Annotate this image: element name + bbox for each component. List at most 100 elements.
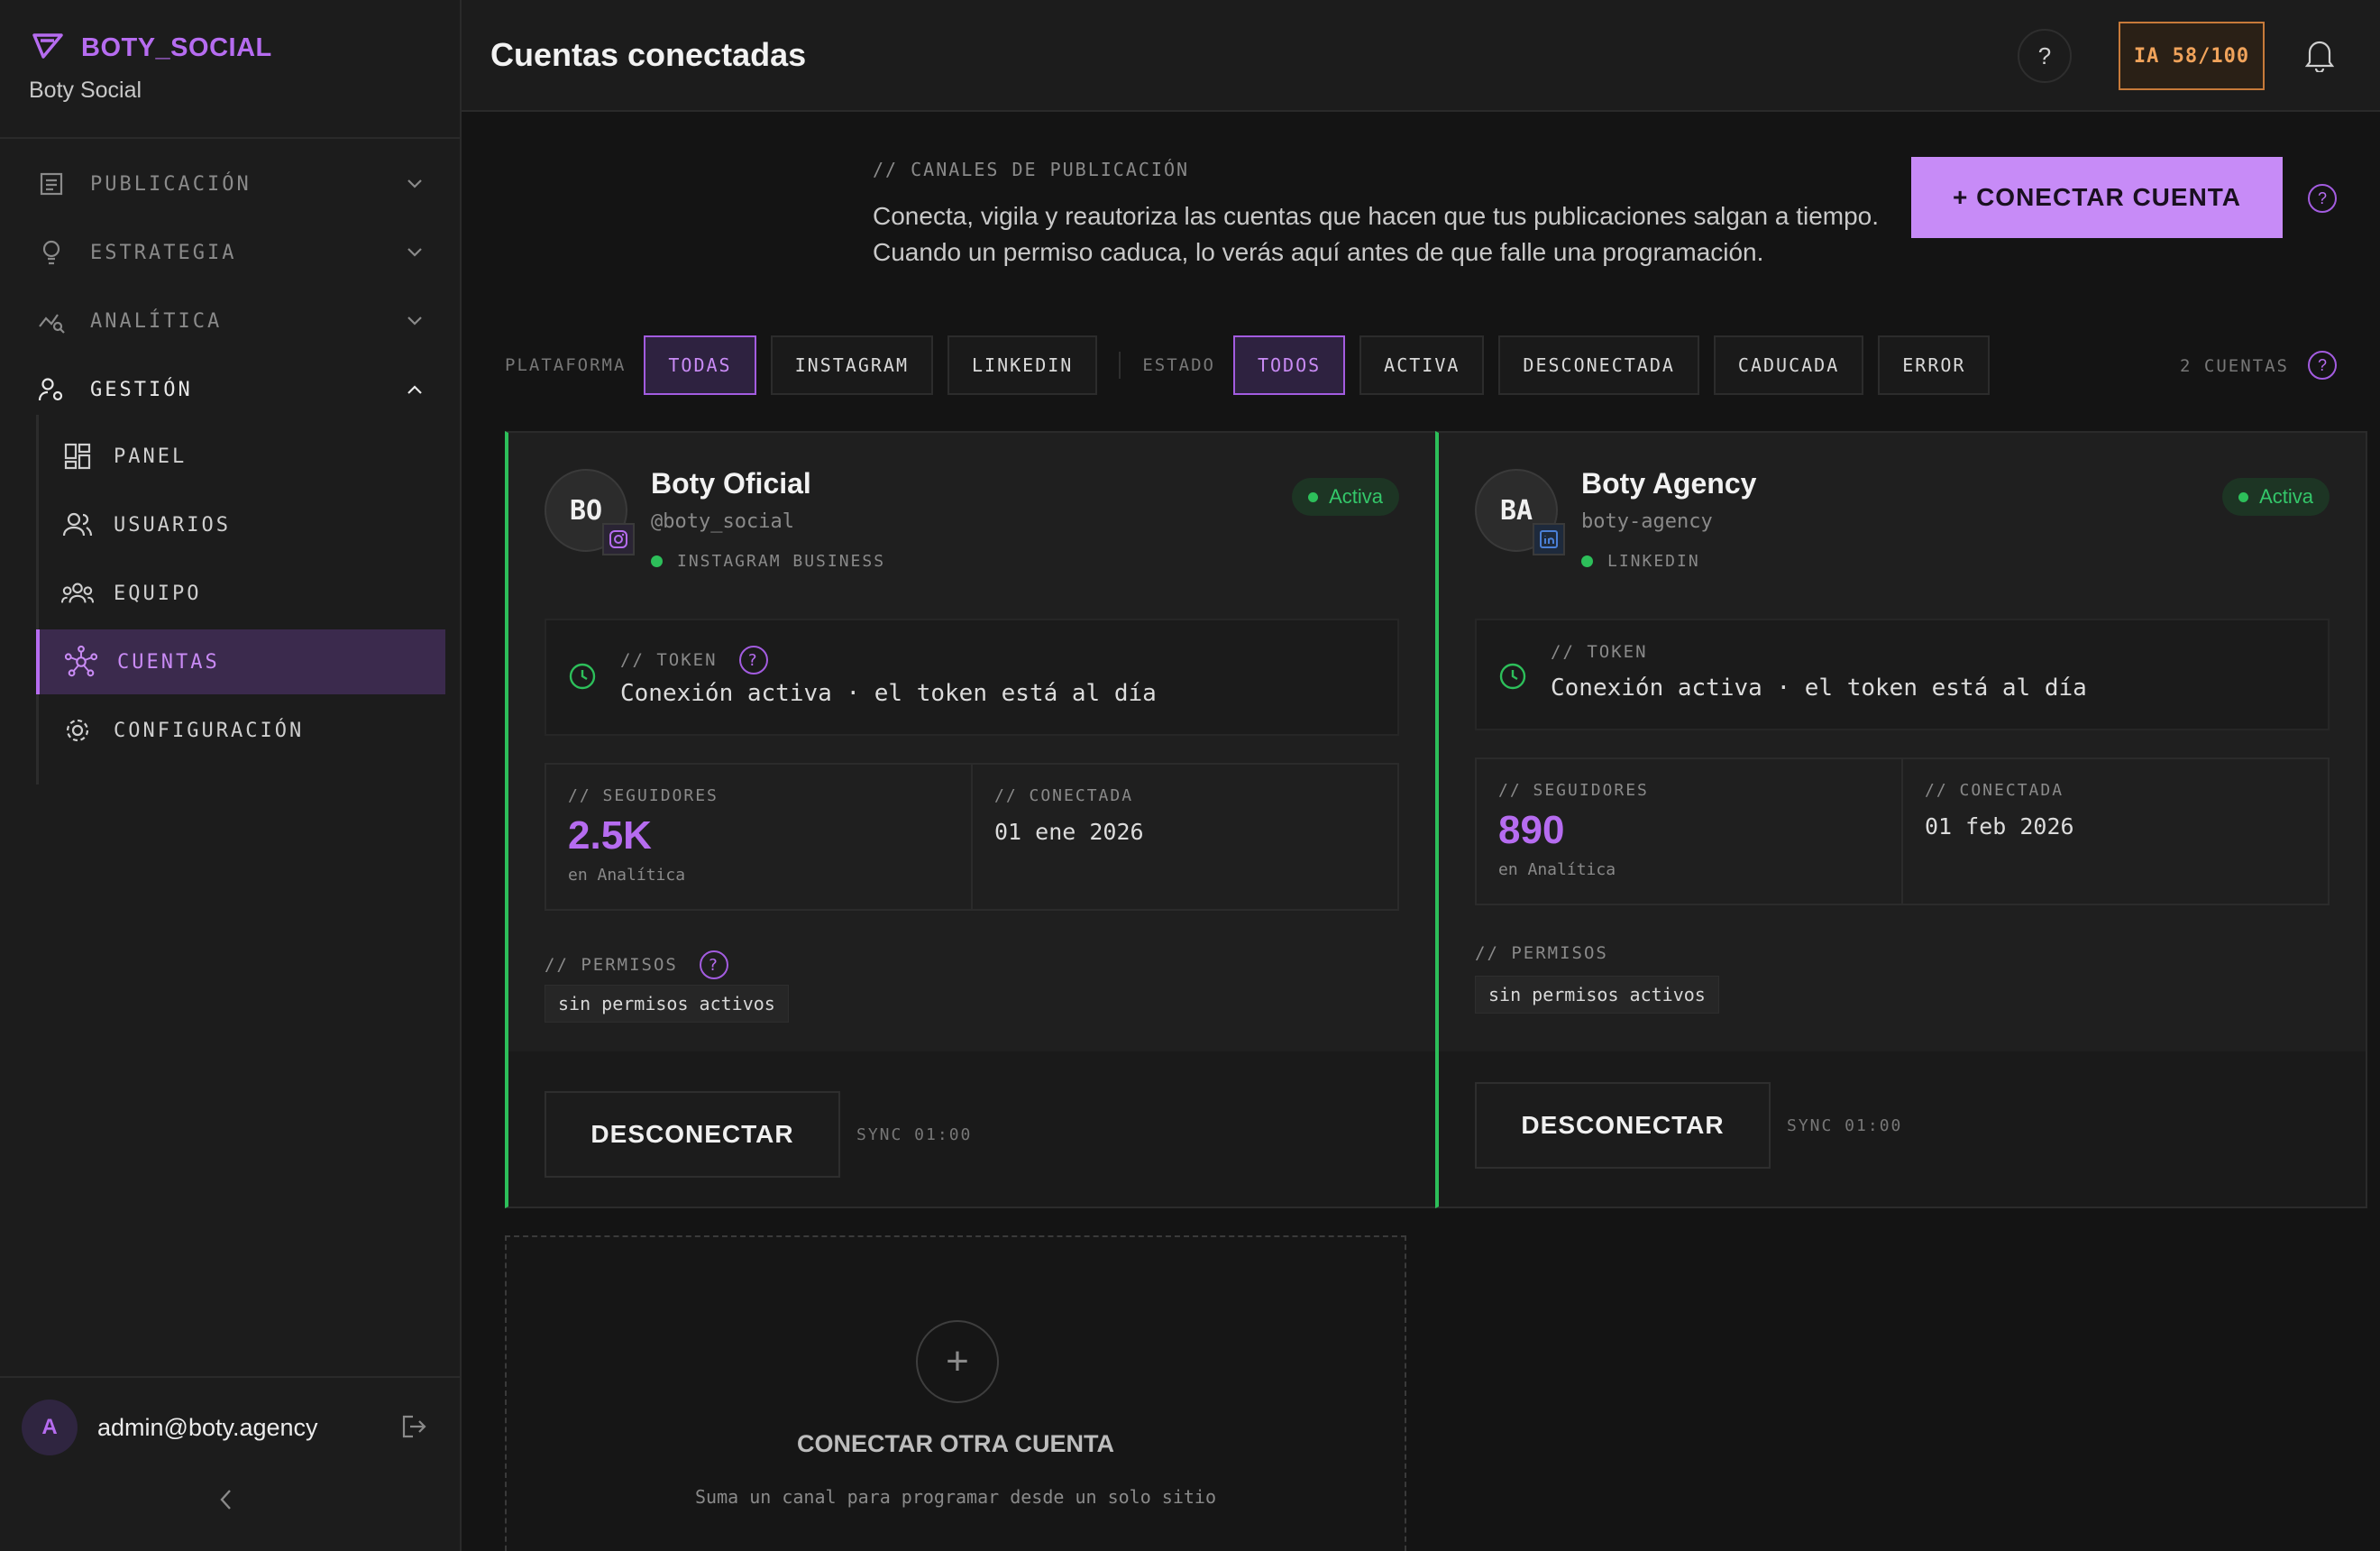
- clock-icon: [568, 662, 597, 695]
- filter-bar: PLATAFORMA TODAS INSTAGRAM LINKEDIN ESTA…: [505, 335, 2004, 395]
- token-panel: // TOKEN ? Conexión activa · el token es…: [545, 619, 1399, 736]
- disconnect-button[interactable]: DESCONECTAR: [545, 1091, 840, 1178]
- stats-panel: // SEGUIDORES 890 en Analítica // CONECT…: [1475, 757, 2330, 905]
- token-panel: // TOKEN Conexión activa · el token está…: [1475, 619, 2330, 730]
- filter-divider: [1119, 352, 1121, 379]
- help-button[interactable]: ?: [2018, 29, 2072, 83]
- platform-filter-label: PLATAFORMA: [505, 355, 627, 375]
- filter-status-desconectada[interactable]: DESCONECTADA: [1498, 335, 1699, 395]
- gear-icon: [61, 714, 94, 747]
- token-status-text: Conexión activa · el token está al día: [620, 680, 1157, 707]
- connected-stat: // CONECTADA 01 feb 2026: [1901, 759, 2328, 904]
- permissions-label-row: // PERMISOS ?: [545, 950, 728, 979]
- filter-platform-instagram[interactable]: INSTAGRAM: [770, 335, 933, 395]
- followers-stat: // SEGUIDORES 2.5K en Analítica: [546, 765, 971, 909]
- brand[interactable]: BOTY_SOCIAL: [32, 32, 272, 64]
- chevron-down-icon: [406, 176, 424, 193]
- permissions-label-row: // PERMISOS: [1475, 943, 1608, 963]
- linkedin-icon: [1533, 523, 1565, 555]
- account-platform: INSTAGRAM BUSINESS: [651, 552, 885, 571]
- token-label-row: // TOKEN: [1551, 642, 1648, 662]
- plus-icon[interactable]: +: [916, 1320, 999, 1403]
- ia-quota-badge[interactable]: IA 58/100: [2119, 22, 2265, 90]
- lightbulb-icon: [36, 237, 67, 268]
- permissions-label: // PERMISOS: [1475, 943, 1608, 963]
- logout-icon[interactable]: [400, 1414, 427, 1444]
- sidebar-divider: [0, 137, 460, 139]
- nav-section-gestion[interactable]: GESTIÓN: [36, 364, 424, 415]
- nav-section-label: PUBLICACIÓN: [90, 172, 252, 196]
- help-icon[interactable]: ?: [2308, 184, 2337, 213]
- connected-date: 01 feb 2026: [1925, 813, 2074, 840]
- token-label: // TOKEN: [620, 650, 718, 670]
- followers-label: // SEGUIDORES: [1498, 781, 1649, 800]
- nav-section-publicacion[interactable]: PUBLICACIÓN: [36, 159, 424, 209]
- chevron-down-icon: [406, 244, 424, 262]
- status-dot: [1581, 555, 1593, 567]
- account-card: BO Boty Oficial @boty_social INSTAGRAM B…: [505, 431, 1437, 1208]
- sidebar-item-usuarios[interactable]: USUARIOS: [36, 492, 445, 557]
- status-dot: [651, 555, 663, 567]
- network-icon: [65, 645, 97, 678]
- nav-section-estrategia[interactable]: ESTRATEGIA: [36, 227, 424, 278]
- bell-icon[interactable]: [2304, 36, 2335, 77]
- stats-panel: // SEGUIDORES 2.5K en Analítica // CONEC…: [545, 763, 1399, 911]
- sidebar: BOTY_SOCIAL Boty Social PUBLICACIÓN ESTR…: [0, 0, 462, 1551]
- account-name: Boty Oficial: [651, 467, 811, 500]
- instagram-icon: [602, 523, 635, 555]
- permissions-chip: sin permisos activos: [1475, 976, 1719, 1014]
- sidebar-item-configuracion[interactable]: CONFIGURACIÓN: [36, 698, 445, 763]
- disconnect-button[interactable]: DESCONECTAR: [1475, 1082, 1771, 1169]
- status-text: Activa: [1329, 485, 1383, 508]
- users-icon: [61, 509, 94, 541]
- add-account-title: CONECTAR OTRA CUENTA: [797, 1430, 1114, 1457]
- help-icon[interactable]: ?: [699, 950, 728, 979]
- connected-date: 01 ene 2026: [994, 819, 1144, 845]
- chevron-down-icon: [406, 313, 424, 330]
- sidebar-divider: [0, 1376, 460, 1378]
- filter-status-caducada[interactable]: CADUCADA: [1713, 335, 1864, 395]
- help-icon[interactable]: ?: [2308, 351, 2337, 380]
- document-icon: [36, 169, 67, 199]
- sidebar-item-label: EQUIPO: [114, 582, 202, 605]
- followers-value: 890: [1498, 808, 1565, 852]
- filter-platform-todas[interactable]: TODAS: [644, 335, 756, 395]
- sync-time: SYNC 01:00: [1787, 1116, 1903, 1135]
- followers-label: // SEGUIDORES: [568, 786, 719, 805]
- sidebar-item-equipo[interactable]: EQUIPO: [36, 561, 445, 626]
- sidebar-item-label: CONFIGURACIÓN: [114, 719, 305, 742]
- filter-status-todos[interactable]: TODOS: [1232, 335, 1346, 395]
- connected-label: // CONECTADA: [1925, 781, 2064, 800]
- user-email: admin@boty.agency: [97, 1413, 318, 1441]
- status-text: Activa: [2259, 485, 2313, 508]
- sidebar-item-label: CUENTAS: [117, 650, 220, 674]
- token-label: // TOKEN: [1551, 642, 1648, 662]
- sidebar-item-cuentas[interactable]: CUENTAS: [36, 629, 445, 694]
- platform-label: INSTAGRAM BUSINESS: [677, 552, 886, 571]
- token-status-text: Conexión activa · el token está al día: [1551, 675, 2087, 702]
- nav-section-label: ESTRATEGIA: [90, 241, 237, 264]
- top-bar: Cuentas conectadas ? IA 58/100: [462, 0, 2380, 112]
- dashboard-icon: [61, 440, 94, 473]
- analytics-icon: [36, 306, 67, 336]
- nav-section-analitica[interactable]: ANALÍTICA: [36, 296, 424, 346]
- platform-label: LINKEDIN: [1607, 552, 1700, 571]
- collapse-sidebar-icon[interactable]: [218, 1488, 233, 1516]
- connect-account-button[interactable]: + CONECTAR CUENTA: [1911, 157, 2283, 238]
- filter-platform-linkedin[interactable]: LINKEDIN: [947, 335, 1098, 395]
- token-label-row: // TOKEN ?: [620, 646, 768, 675]
- sync-time: SYNC 01:00: [856, 1125, 973, 1144]
- account-handle: @boty_social: [651, 510, 794, 533]
- intro-text: Conecta, vigila y reautoriza las cuentas…: [873, 202, 1880, 266]
- user-profile[interactable]: A admin@boty.agency: [22, 1400, 427, 1455]
- status-dot: [2238, 491, 2249, 502]
- filter-status-activa[interactable]: ACTIVA: [1359, 335, 1485, 395]
- brand-subtitle: Boty Social: [29, 78, 142, 103]
- account-name: Boty Agency: [1581, 467, 1757, 500]
- add-account-card[interactable]: + CONECTAR OTRA CUENTA Suma un canal par…: [505, 1235, 1406, 1551]
- sidebar-item-label: USUARIOS: [114, 513, 231, 537]
- sidebar-item-panel[interactable]: PANEL: [36, 424, 445, 489]
- filter-status-error[interactable]: ERROR: [1878, 335, 1991, 395]
- user-gear-icon: [36, 374, 67, 405]
- help-icon[interactable]: ?: [738, 646, 768, 675]
